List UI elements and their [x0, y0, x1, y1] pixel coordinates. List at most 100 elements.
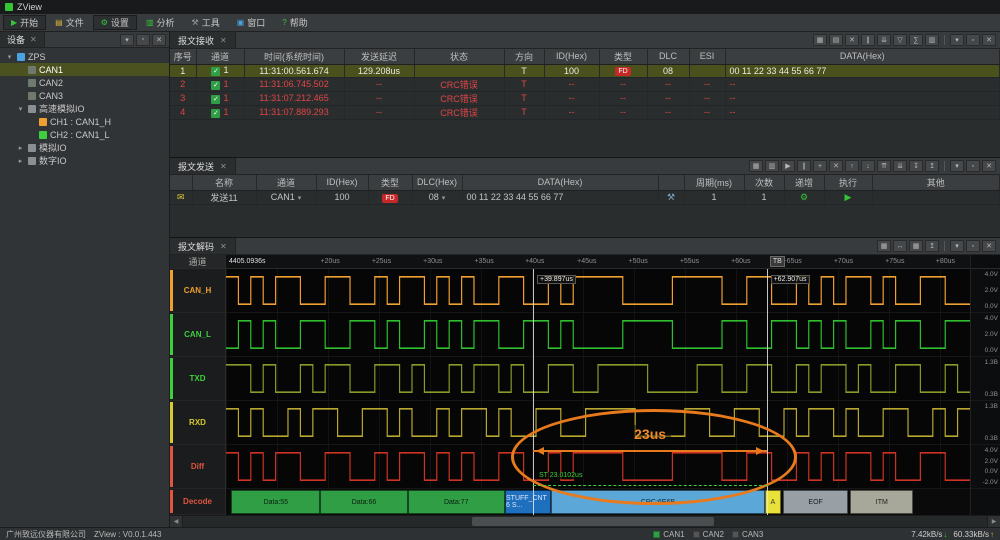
- menu-item-settings[interactable]: ⚙设置: [93, 15, 137, 30]
- column-header[interactable]: 通道: [196, 49, 244, 64]
- decode-segment[interactable]: CRC:6E6B: [551, 490, 765, 514]
- table-row[interactable]: 1✓111:31:00.561.674129.208usT100FD0800 1…: [170, 64, 1000, 77]
- import-icon[interactable]: ↧: [909, 160, 923, 172]
- status-channel-can1[interactable]: CAN1: [653, 530, 684, 539]
- cell[interactable]: 1: [744, 190, 784, 204]
- wrench-icon[interactable]: ⚒: [667, 192, 675, 202]
- menu-icon[interactable]: ▾: [950, 34, 964, 46]
- grid-icon[interactable]: ▦: [877, 240, 891, 252]
- scrollbar-thumb[interactable]: [472, 517, 713, 526]
- column-header[interactable]: 类型: [599, 49, 647, 64]
- sidebar-item-ch2-can1-l[interactable]: CH2 : CAN1_L: [0, 128, 169, 141]
- chevron-down-icon[interactable]: ▾: [298, 195, 302, 202]
- column-header[interactable]: 递增: [784, 175, 824, 190]
- menu-icon[interactable]: ▾: [950, 160, 964, 172]
- float-icon[interactable]: ▫: [966, 160, 980, 172]
- table-row[interactable]: 2✓111:31:06.745.502--CRC错误T----------: [170, 77, 1000, 91]
- export-icon[interactable]: ↥: [925, 160, 939, 172]
- scroll-right-icon[interactable]: ▶: [987, 516, 1000, 527]
- save-icon[interactable]: ▦: [813, 34, 827, 46]
- column-header[interactable]: DLC(Hex): [412, 175, 462, 190]
- channel-label-txd[interactable]: TXD: [170, 357, 225, 401]
- menu-icon[interactable]: ▾: [120, 34, 134, 46]
- table-row[interactable]: 4✓111:31:07.889.293--CRC错误T----------: [170, 105, 1000, 119]
- decode-segment[interactable]: Data:77: [408, 490, 505, 514]
- status-channel-can2[interactable]: CAN2: [693, 530, 724, 539]
- scroll-icon[interactable]: ⇊: [877, 34, 891, 46]
- column-header[interactable]: ID(Hex): [544, 49, 599, 64]
- send-tab[interactable]: 报文发送 ✕: [170, 158, 236, 174]
- cell[interactable]: ⚙: [784, 190, 824, 204]
- columns-icon[interactable]: ▥: [765, 160, 779, 172]
- export-icon[interactable]: ↥: [925, 240, 939, 252]
- column-header[interactable]: 次数: [744, 175, 784, 190]
- measure-icon[interactable]: ↔: [893, 240, 907, 252]
- top-icon[interactable]: ⇈: [877, 160, 891, 172]
- status-channel-can3[interactable]: CAN3: [732, 530, 763, 539]
- pin-icon[interactable]: ▫: [136, 34, 150, 46]
- column-header[interactable]: 其他: [872, 175, 1000, 190]
- cell[interactable]: FD: [368, 190, 412, 204]
- column-header[interactable]: 周期(ms): [684, 175, 744, 190]
- column-header[interactable]: 执行: [824, 175, 872, 190]
- column-header[interactable]: 状态: [414, 49, 504, 64]
- column-header[interactable]: 时间(系统时间): [244, 49, 344, 64]
- scroll-left-icon[interactable]: ◀: [170, 516, 183, 527]
- expander-icon[interactable]: ▾: [16, 105, 25, 113]
- sidebar-item-can1[interactable]: CAN1: [0, 63, 169, 76]
- table-row[interactable]: 3✓111:31:07.212.465--CRC错误T----------: [170, 91, 1000, 105]
- column-header[interactable]: DATA(Hex): [462, 175, 658, 190]
- float-icon[interactable]: ▫: [966, 240, 980, 252]
- decode-segment[interactable]: A: [765, 490, 781, 514]
- sidebar-item-analog-io[interactable]: ▸模拟IO: [0, 141, 169, 154]
- filter-icon[interactable]: ▽: [893, 34, 907, 46]
- stats-icon[interactable]: ∑: [909, 34, 923, 46]
- expander-icon[interactable]: ▸: [16, 144, 25, 152]
- sidebar-item-digital-io[interactable]: ▸数字IO: [0, 154, 169, 167]
- menu-item-analysis[interactable]: ▥分析: [138, 15, 183, 30]
- column-header[interactable]: DATA(Hex): [725, 49, 1000, 64]
- sidebar-item-can3[interactable]: CAN3: [0, 89, 169, 102]
- column-header[interactable]: DLC: [647, 49, 689, 64]
- menu-item-tools[interactable]: ⚒工具: [184, 15, 228, 30]
- send-row[interactable]: ✉发送11CAN1▾100FD08▾00 11 22 33 44 55 66 7…: [170, 190, 1000, 204]
- column-header[interactable]: 方向: [504, 49, 544, 64]
- cell[interactable]: CAN1▾: [256, 190, 316, 204]
- menu-item-help[interactable]: ?帮助: [274, 15, 315, 30]
- expander-icon[interactable]: ▸: [16, 157, 25, 165]
- float-icon[interactable]: ▫: [966, 34, 980, 46]
- decode-plot[interactable]: 4405.0936s+20us+25us+30us+35us+40us+45us…: [226, 255, 970, 515]
- close-icon[interactable]: ✕: [30, 35, 37, 44]
- cell[interactable]: 08▾: [412, 190, 462, 204]
- decode-segment[interactable]: ITM: [850, 490, 913, 514]
- close-icon[interactable]: ✕: [982, 34, 996, 46]
- save-icon[interactable]: ▦: [749, 160, 763, 172]
- channel-label-can_h[interactable]: CAN_H: [170, 269, 225, 313]
- pause-icon[interactable]: ∥: [861, 34, 875, 46]
- channel-label-rxd[interactable]: RXD: [170, 401, 225, 445]
- close-icon[interactable]: ✕: [982, 160, 996, 172]
- chevron-down-icon[interactable]: ▾: [442, 195, 446, 202]
- column-header[interactable]: 序号: [170, 49, 196, 64]
- decode-segment[interactable]: STUFF_CNT 6 S...: [505, 490, 551, 514]
- pause-icon[interactable]: ∥: [797, 160, 811, 172]
- close-icon[interactable]: ✕: [220, 36, 227, 45]
- scrollbar-track[interactable]: [183, 516, 987, 527]
- cell[interactable]: ⚒: [658, 190, 684, 204]
- column-header[interactable]: 名称: [192, 175, 256, 190]
- run-play-icon[interactable]: ▶: [845, 192, 852, 202]
- bottom-icon[interactable]: ⇊: [893, 160, 907, 172]
- close-icon[interactable]: ✕: [982, 240, 996, 252]
- excel-icon[interactable]: ▤: [829, 34, 843, 46]
- close-icon[interactable]: ✕: [220, 162, 227, 171]
- add-icon[interactable]: +: [813, 160, 827, 172]
- down-icon[interactable]: ↓: [861, 160, 875, 172]
- expander-icon[interactable]: ▾: [5, 53, 14, 61]
- decode-segment[interactable]: Data:55: [231, 490, 320, 514]
- device-tab[interactable]: 设备 ✕: [0, 32, 45, 47]
- column-header[interactable]: [658, 175, 684, 190]
- save-icon[interactable]: ▦: [909, 240, 923, 252]
- sidebar-item-can2[interactable]: CAN2: [0, 76, 169, 89]
- close-icon[interactable]: ✕: [220, 242, 227, 251]
- sidebar-item-zps[interactable]: ▾ZPS: [0, 50, 169, 63]
